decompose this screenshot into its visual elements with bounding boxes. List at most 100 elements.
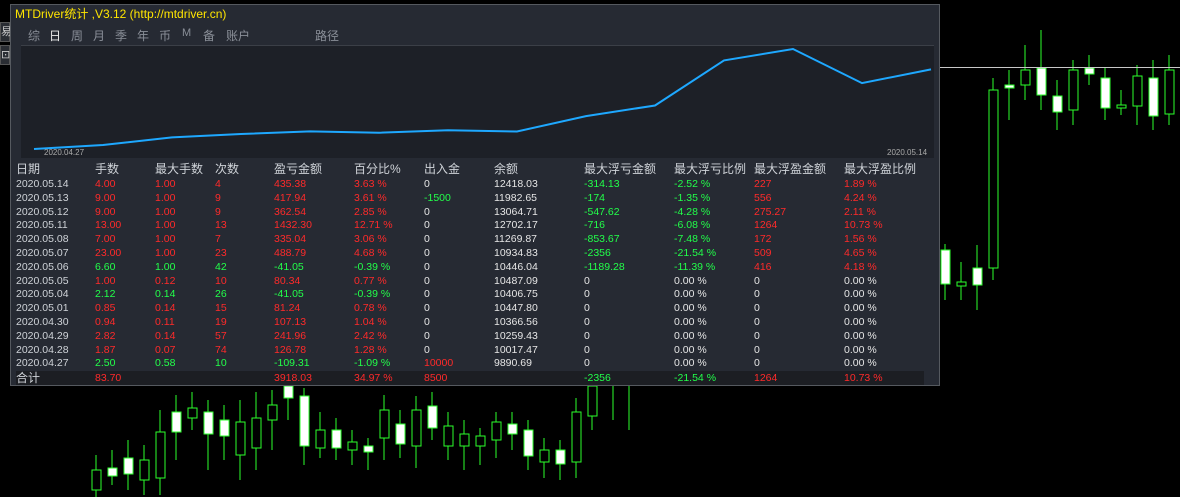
candle-body [155, 431, 166, 479]
column-header[interactable]: 最大手数 [155, 162, 215, 178]
total-cell: -21.54 % [674, 371, 754, 385]
tab-m[interactable]: M [182, 27, 191, 39]
tab-note[interactable]: 备 [203, 27, 215, 44]
table-cell: 2020.05.13 [16, 191, 69, 204]
candle-body [491, 421, 502, 441]
candle-body [1036, 67, 1047, 96]
candle-body [1164, 69, 1175, 115]
candle-body [251, 417, 262, 449]
table-cell: 275.27 [754, 205, 787, 218]
table-cell: -1189.28 [584, 260, 625, 273]
table-cell: -7.48 % [674, 233, 711, 246]
table-cell: -21.54 % [674, 246, 717, 259]
table-cell: 2020.04.27 [16, 357, 69, 370]
column-header[interactable]: 手数 [95, 162, 155, 178]
candle-body [347, 441, 358, 451]
table-cell: 0 [584, 343, 590, 356]
table-row[interactable]: 2020.05.13 9.00 1.00 9 417.94 3.61 % -1500 1198… [16, 192, 924, 206]
table-cell: 9890.69 [494, 357, 532, 370]
table-cell: 0 [754, 329, 760, 342]
table-cell: 4.24 % [844, 191, 877, 204]
table-row[interactable]: 2020.05.06 6.60 1.00 42 -41.05 -0.39 % 0 10446.… [16, 261, 924, 275]
tab-currency[interactable]: 币 [159, 27, 171, 44]
table-row[interactable]: 2020.05.14 4.00 1.00 4 435.38 3.63 % 0 12418.03… [16, 178, 924, 192]
table-cell: -4.28 % [674, 205, 711, 218]
table-cell: 2020.05.14 [16, 178, 69, 190]
tab-day[interactable]: 日 [49, 27, 61, 44]
table-cell: 2020.05.11 [16, 219, 68, 232]
tab-year[interactable]: 年 [137, 27, 149, 44]
table-cell: 11982.65 [494, 191, 538, 204]
column-header[interactable]: 最大浮亏金额 [584, 162, 674, 178]
table-row[interactable]: 2020.04.30 0.94 0.11 19 107.13 1.04 % 0 10366.5… [16, 316, 924, 330]
table-cell: 0.00 % [844, 274, 877, 287]
table-cell: 10406.75 [494, 288, 538, 301]
candle-body [539, 449, 550, 463]
table-cell: 0.00 % [674, 343, 707, 356]
column-header[interactable]: 最大浮亏比例 [674, 162, 754, 178]
table-row[interactable]: 2020.05.08 7.00 1.00 7 335.04 3.06 % 0 11269.87… [16, 233, 924, 247]
left-button-1[interactable]: 易 [0, 22, 12, 42]
table-cell: 10.73 % [844, 219, 883, 232]
table-cell: 10446.04 [494, 260, 538, 273]
tab-account[interactable]: 账户 [226, 27, 250, 44]
table-cell: 1.00 [155, 246, 176, 259]
table-cell: 0.00 % [674, 329, 707, 342]
table-cell: 0 [424, 178, 430, 190]
column-header[interactable]: 次数 [215, 162, 274, 178]
table-cell: 7 [215, 233, 221, 246]
table-cell: 0 [754, 343, 760, 356]
table-cell: -2.52 % [674, 178, 711, 190]
table-cell: 0.00 % [674, 288, 707, 301]
table-cell: 4.68 % [354, 246, 387, 259]
total-cell [215, 371, 274, 385]
column-header[interactable]: 最大浮盈金额 [754, 162, 844, 178]
table-row[interactable]: 2020.05.04 2.12 0.14 26 -41.05 -0.39 % 0 10406.… [16, 288, 924, 302]
column-header[interactable]: 盈亏金额 [274, 162, 354, 178]
table-cell: 0 [584, 315, 590, 328]
table-cell: -11.39 % [674, 260, 716, 273]
table-row[interactable]: 2020.05.12 9.00 1.00 9 362.54 2.85 % 0 13064.71… [16, 206, 924, 220]
table-cell: 2020.05.01 [16, 302, 69, 315]
table-cell: 0 [754, 357, 760, 370]
candle-body [139, 459, 150, 481]
table-cell: 0.00 % [674, 357, 707, 370]
table-row[interactable]: 2020.05.01 0.85 0.14 15 81.24 0.78 % 0 10447.80… [16, 302, 924, 316]
table-row[interactable]: 2020.05.07 23.00 1.00 23 488.79 4.68 % 0 10934.… [16, 247, 924, 261]
table-row[interactable]: 2020.04.28 1.87 0.07 74 126.78 1.28 % 0 10017.4… [16, 344, 924, 358]
table-row[interactable]: 2020.04.29 2.82 0.14 57 241.96 2.42 % 0 10259.4… [16, 330, 924, 344]
table-cell: -547.62 [584, 205, 620, 218]
table-cell: -0.39 % [354, 288, 391, 301]
column-header[interactable]: 百分比% [354, 162, 424, 178]
tab-week[interactable]: 周 [71, 27, 83, 44]
table-cell: 1.00 [155, 233, 176, 246]
table-cell: 10487.09 [494, 274, 538, 287]
total-cell: -2356 [584, 371, 674, 385]
column-header[interactable]: 日期 [16, 162, 95, 178]
table-cell: 9.00 [95, 191, 116, 204]
candle-body [1100, 77, 1111, 109]
candle-body [1004, 84, 1015, 89]
table-cell: 0 [584, 357, 590, 370]
column-header[interactable]: 余额 [494, 162, 584, 178]
tab-path[interactable]: 路径 [315, 27, 339, 44]
tab-quarter[interactable]: 季 [115, 27, 127, 44]
table-cell: 0 [424, 343, 430, 356]
table-cell: 509 [754, 246, 772, 259]
table-cell: 0 [584, 329, 590, 342]
table-cell: 1.00 [155, 260, 176, 273]
left-button-2[interactable]: ⊡ [0, 45, 10, 65]
table-cell: -1.09 % [354, 357, 391, 370]
table-cell: 0.78 % [354, 302, 387, 315]
candle-body [972, 267, 983, 286]
table-row[interactable]: 2020.04.27 2.50 0.58 10 -109.31 -1.09 % 10000 9… [16, 357, 924, 371]
column-header[interactable]: 出入金 [424, 162, 494, 178]
column-header[interactable]: 最大浮盈比例 [844, 162, 924, 178]
table-row[interactable]: 2020.05.05 1.00 0.12 10 80.34 0.77 % 0 10487.09… [16, 275, 924, 289]
table-cell: 4 [215, 178, 221, 190]
tab-month[interactable]: 月 [93, 27, 105, 44]
candle-body [443, 425, 454, 447]
tab-summary[interactable]: 综 [28, 27, 40, 44]
table-row[interactable]: 2020.05.11 13.00 1.00 13 1432.30 12.71 % 0 1270… [16, 219, 924, 233]
candle-body [219, 419, 230, 437]
